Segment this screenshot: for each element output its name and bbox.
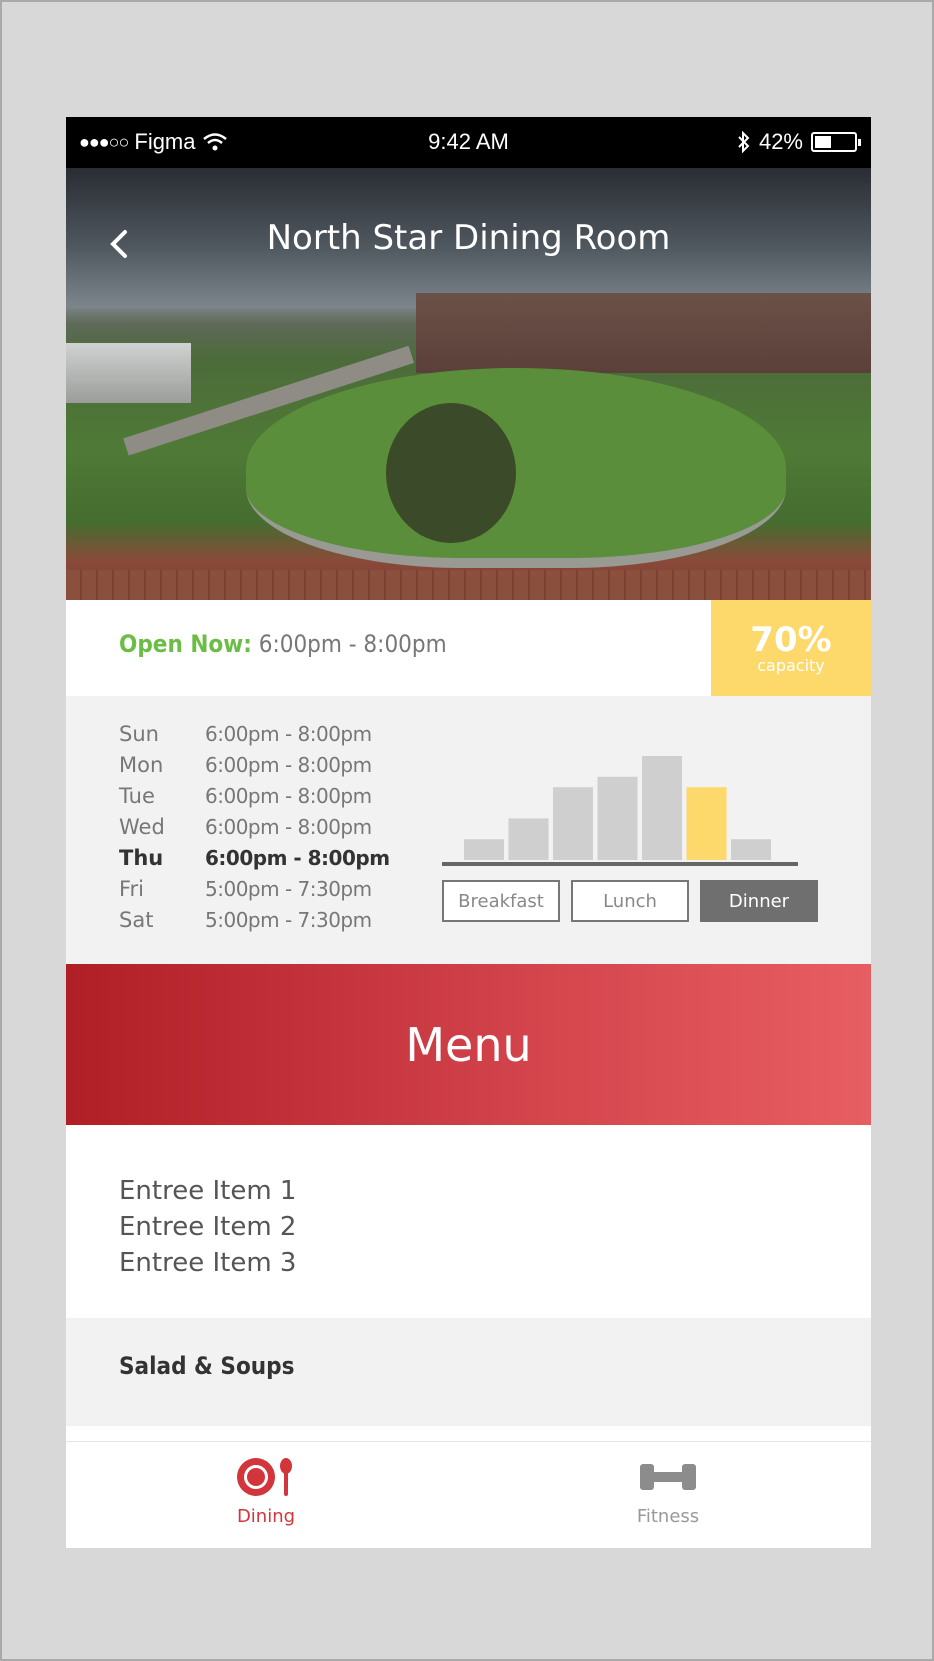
open-status-bar: Open Now: 6:00pm - 8:00pm 70% capacity [66, 600, 871, 696]
plate-utensil-icon [237, 1458, 292, 1496]
meal-tab-lunch[interactable]: Lunch [571, 880, 689, 922]
hours-row: Fri 5:00pm - 7:30pm [119, 873, 390, 904]
tab-fitness-label: Fitness [636, 1506, 700, 1527]
status-bar: ●●●○○ Figma 9:42 AM 42% [66, 117, 871, 168]
hero-tree [386, 403, 516, 543]
tab-dining-label: Dining [236, 1506, 296, 1527]
hours-day: Sun [119, 721, 159, 746]
hours-time: 6:00pm - 8:00pm [205, 783, 372, 808]
chart-bar [642, 756, 682, 860]
entree-item[interactable]: Entree Item 1 [119, 1173, 296, 1209]
open-status: Open Now: 6:00pm - 8:00pm [119, 630, 447, 658]
hours-time: 6:00pm - 8:00pm [205, 752, 372, 777]
tab-bar: Dining Fitness [66, 1441, 871, 1548]
hours-row: Sun 6:00pm - 8:00pm [119, 718, 390, 749]
hero-image: North Star Dining Room [66, 168, 871, 600]
capacity-badge: 70% capacity [711, 600, 871, 696]
entree-item[interactable]: Entree Item 3 [119, 1245, 296, 1281]
hours-day: Wed [119, 814, 165, 839]
hours-day: Mon [119, 752, 164, 777]
dumbbell-icon [640, 1464, 696, 1490]
capacity-value: 70% [750, 620, 832, 660]
hours-time: 5:00pm - 7:30pm [205, 876, 372, 901]
meal-tab-breakfast[interactable]: Breakfast [442, 880, 560, 922]
hours-time: 5:00pm - 7:30pm [205, 907, 372, 932]
hours-row: Wed 6:00pm - 8:00pm [119, 811, 390, 842]
tab-dining[interactable]: Dining [196, 1456, 336, 1527]
hours-section: Sun 6:00pm - 8:00pm Mon 6:00pm - 8:00pm Tue 6… [66, 696, 871, 964]
hero-buildings [416, 293, 871, 373]
status-right: 42% [737, 129, 861, 155]
hours-day: Sat [119, 907, 154, 932]
page-title: North Star Dining Room [266, 218, 671, 258]
device-frame: ●●●○○ Figma 9:42 AM 42% North Star Dinin… [0, 0, 934, 1661]
menu-title: Menu [405, 1018, 532, 1072]
salad-soups-section[interactable]: Salad & Soups [66, 1318, 871, 1426]
hours-row: Sat 5:00pm - 7:30pm [119, 904, 390, 935]
entree-list: Entree Item 1 Entree Item 2 Entree Item 3 [119, 1173, 296, 1281]
chart-bar [553, 787, 593, 860]
menu-banner: Menu [66, 964, 871, 1125]
meal-tab-dinner[interactable]: Dinner [700, 880, 818, 922]
hours-row: Tue 6:00pm - 8:00pm [119, 780, 390, 811]
chart-bar [686, 787, 727, 860]
chart-bar [508, 818, 549, 860]
open-now-label: Open Now: [119, 630, 252, 658]
chart-bar [597, 776, 638, 860]
hours-day: Tue [119, 783, 155, 808]
hours-row: Thu 6:00pm - 8:00pm [119, 842, 390, 873]
hero-building-left [66, 343, 191, 403]
open-now-hours: 6:00pm - 8:00pm [258, 630, 447, 658]
phone-screen: ●●●○○ Figma 9:42 AM 42% North Star Dinin… [66, 117, 871, 1548]
hours-time: 6:00pm - 8:00pm [205, 721, 372, 746]
busyness-chart-svg [442, 756, 798, 866]
hours-day: Fri [119, 876, 145, 901]
chart-bar [731, 839, 771, 860]
tab-fitness[interactable]: Fitness [598, 1456, 738, 1527]
battery-fill [815, 136, 832, 148]
chart-bar [464, 839, 504, 860]
meal-tabs: Breakfast Lunch Dinner [442, 880, 818, 922]
battery-icon [811, 132, 861, 152]
capacity-label: capacity [757, 656, 825, 675]
hero-lawn [246, 368, 786, 568]
hours-list: Sun 6:00pm - 8:00pm Mon 6:00pm - 8:00pm Tue 6… [119, 718, 390, 935]
hours-time: 6:00pm - 8:00pm [205, 845, 390, 870]
hours-time: 6:00pm - 8:00pm [205, 814, 372, 839]
entree-section: Entree Item 1 Entree Item 2 Entree Item 3 [66, 1125, 871, 1318]
entree-item[interactable]: Entree Item 2 [119, 1209, 296, 1245]
hours-row: Mon 6:00pm - 8:00pm [119, 749, 390, 780]
hours-day: Thu [119, 845, 164, 870]
battery-percent: 42% [758, 129, 803, 154]
bluetooth-icon [738, 131, 750, 153]
hero-roof [66, 570, 871, 600]
chart-baseline [442, 862, 798, 866]
salad-soups-label: Salad & Soups [119, 1352, 295, 1380]
